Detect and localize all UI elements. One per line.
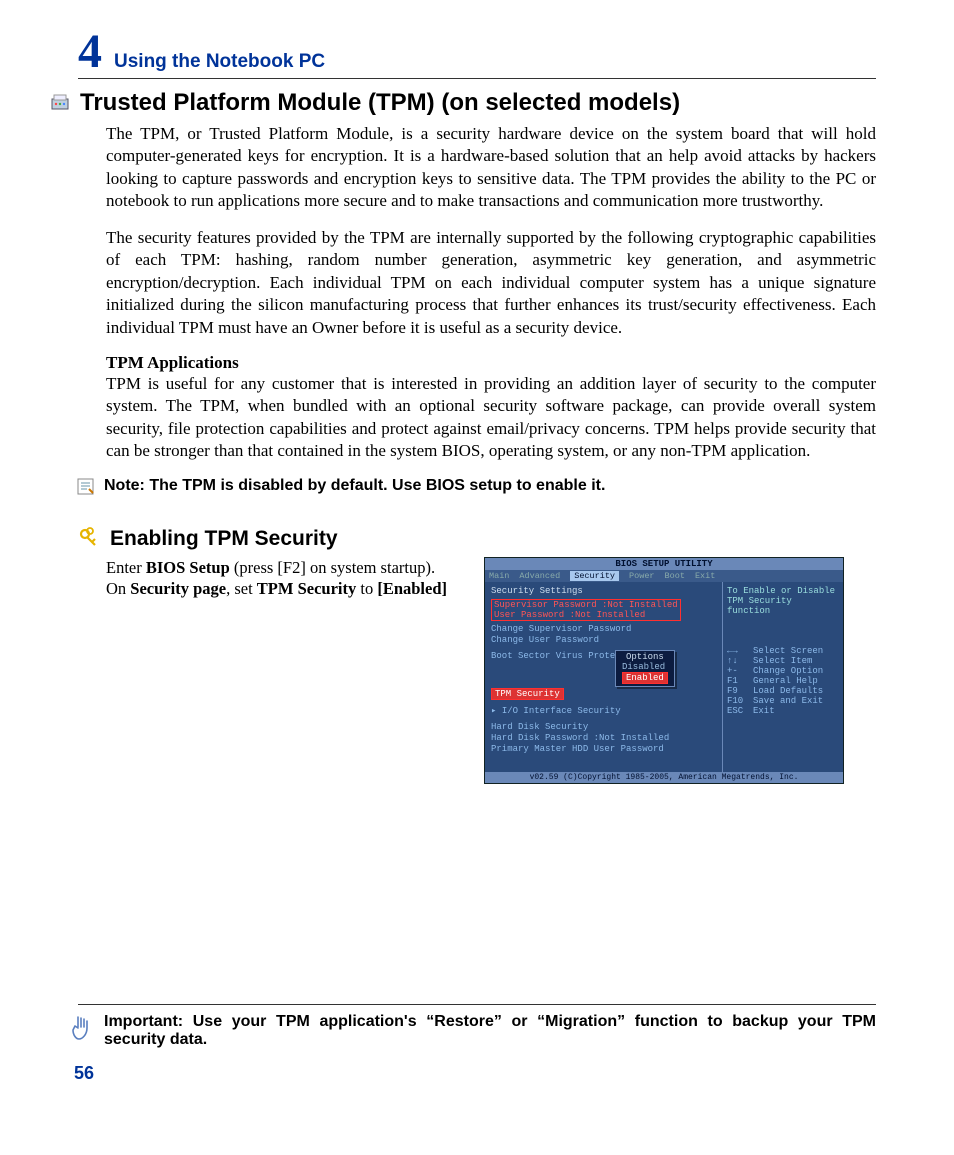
tpm-applications-heading: TPM Applications (106, 353, 876, 373)
tpm-icon (50, 93, 72, 113)
paragraph-2: The security features provided by the TP… (106, 227, 876, 339)
bios-option-enabled: Enabled (622, 672, 668, 684)
bios-help-text: To Enable or Disable TPM Security functi… (727, 586, 839, 616)
bios-tab: Boot (665, 571, 685, 581)
enabling-heading: Enabling TPM Security (110, 527, 338, 551)
chapter-number: 4 (78, 28, 102, 76)
keys-icon (78, 526, 102, 553)
bios-row: ▸ I/O Interface Security (491, 706, 716, 716)
important-text: Important: Use your TPM application's “R… (104, 1013, 876, 1049)
bios-tab: Exit (695, 571, 715, 581)
bios-tab: Advanced (519, 571, 560, 581)
note-text: Note: The TPM is disabled by default. Us… (104, 477, 605, 495)
bios-row: Hard Disk Password :Not Installed (491, 733, 716, 743)
bios-screenshot: BIOS SETUP UTILITY Main Advanced Securit… (484, 557, 844, 784)
bios-settings-header: Security Settings (491, 586, 716, 596)
bios-row: Change Supervisor Password (491, 624, 716, 634)
paragraph-1: The TPM, or Trusted Platform Module, is … (106, 123, 876, 213)
bios-supervisor-row: Supervisor Password :Not Installed User … (491, 599, 681, 621)
bios-tabs: Main Advanced Security Power Boot Exit (485, 570, 843, 582)
bios-options-popup: Options Disabled Enabled (615, 650, 675, 687)
bios-tab: Power (629, 571, 655, 581)
bios-row: Primary Master HDD User Password (491, 744, 716, 754)
bios-tab-active: Security (570, 571, 619, 581)
section-title: Trusted Platform Module (TPM) (on select… (80, 89, 680, 117)
divider (78, 1004, 876, 1005)
bios-row: Hard Disk Security (491, 722, 716, 732)
bios-tab: Main (489, 571, 509, 581)
bios-footer: v02.59 (C)Copyright 1985-2005, American … (485, 772, 843, 783)
enabling-instructions: Enter BIOS Setup (press [F2] on system s… (106, 557, 466, 600)
paragraph-3: TPM is useful for any customer that is i… (106, 373, 876, 463)
bios-tpm-security: TPM Security (491, 688, 564, 700)
chapter-title: Using the Notebook PC (114, 51, 325, 73)
bios-key-legend: ←→Select Screen ↑↓Select Item +-Change O… (727, 646, 839, 716)
chapter-header: 4 Using the Notebook PC (78, 28, 876, 79)
hand-icon (68, 1013, 94, 1048)
bios-title: BIOS SETUP UTILITY (485, 558, 843, 570)
bios-row: Change User Password (491, 635, 716, 645)
note-icon (76, 477, 96, 502)
bios-row: Boot Sector Virus Protection (491, 651, 716, 661)
page-number: 56 (74, 1063, 876, 1084)
